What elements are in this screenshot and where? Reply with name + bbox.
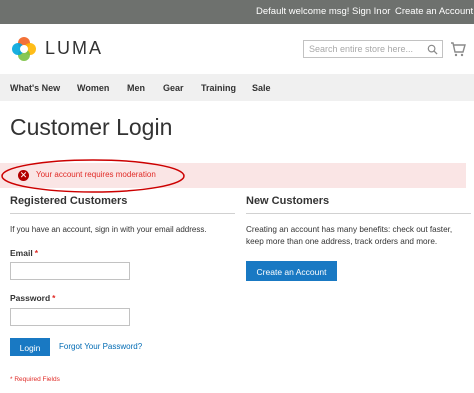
email-label: Email * (10, 248, 38, 258)
top-bar: Default welcome msg! Sign In or Create a… (0, 0, 474, 24)
registered-customers-block: Registered Customers If you have an acco… (10, 195, 235, 383)
luma-logo-icon[interactable] (10, 35, 38, 63)
password-label-text: Password (10, 293, 51, 303)
nav-item-sale[interactable]: Sale (252, 83, 271, 93)
password-required-mark: * (52, 293, 56, 303)
nav-item-men[interactable]: Men (127, 83, 145, 93)
error-icon: ✕ (18, 170, 29, 181)
email-label-text: Email (10, 248, 33, 258)
password-label: Password * (10, 293, 55, 303)
error-message-text: Your account requires moderation (36, 170, 156, 179)
registered-customers-title: Registered Customers (10, 195, 235, 214)
new-customers-description: Creating an account has many benefits: c… (246, 225, 453, 246)
search-placeholder: Search entire store here... (309, 44, 414, 54)
forgot-password-link[interactable]: Forgot Your Password? (59, 342, 142, 351)
cart-icon[interactable] (450, 41, 466, 57)
sign-in-link[interactable]: Sign In (352, 6, 382, 17)
search-icon[interactable] (427, 44, 438, 55)
nav-item-training[interactable]: Training (201, 83, 236, 93)
search-input[interactable]: Search entire store here... (303, 40, 443, 58)
create-account-button[interactable]: Create an Account (246, 261, 337, 281)
welcome-message: Default welcome msg! (256, 6, 350, 17)
email-required-mark: * (34, 248, 38, 258)
login-button[interactable]: Login (10, 338, 50, 356)
main-navigation: What's New Women Men Gear Training Sale (0, 74, 474, 101)
required-fields-note: * Required Fields (10, 376, 60, 383)
login-intro-text: If you have an account, sign in with you… (10, 225, 207, 234)
or-text: or (382, 6, 391, 17)
nav-item-women[interactable]: Women (77, 83, 109, 93)
new-customers-title: New Customers (246, 195, 471, 214)
nav-item-gear[interactable]: Gear (163, 83, 184, 93)
page-title: Customer Login (10, 114, 173, 140)
password-field[interactable] (10, 308, 130, 326)
top-create-account-link[interactable]: Create an Account (395, 6, 473, 17)
error-message: ✕ Your account requires moderation (0, 163, 466, 188)
logo-text[interactable]: LUMA (45, 38, 103, 59)
new-customers-block: New Customers Creating an account has ma… (246, 195, 471, 281)
site-header: LUMA Search entire store here... (0, 24, 474, 74)
email-field[interactable] (10, 262, 130, 280)
nav-item-whats-new[interactable]: What's New (10, 83, 60, 93)
